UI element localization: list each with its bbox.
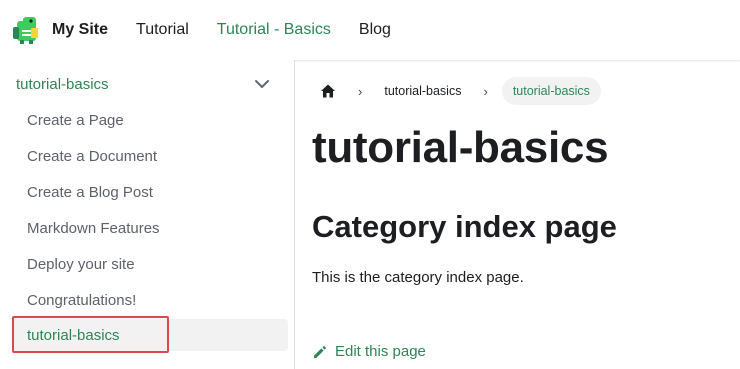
breadcrumb-separator: › [483,83,488,99]
sidebar-category-label: tutorial-basics [16,75,109,93]
breadcrumb-separator: › [358,83,363,99]
home-icon [321,84,335,98]
main-content: › tutorial-basics › tutorial-basics tuto… [296,60,740,369]
sidebar-item-markdown-features[interactable]: Markdown Features [12,212,288,244]
sidebar-item-create-a-blog-post[interactable]: Create a Blog Post [12,176,288,208]
sidebar-item-deploy-your-site[interactable]: Deploy your site [12,248,288,280]
nav-link-tutorial-basics[interactable]: Tutorial - Basics [217,21,331,39]
dinosaur-logo-icon [13,17,38,44]
section-heading: Category index page [312,209,617,244]
chevron-down-icon[interactable] [252,74,272,94]
sidebar-item-create-a-page[interactable]: Create a Page [12,104,288,136]
breadcrumb-item-current: tutorial-basics [501,77,601,105]
sidebar-item-create-a-document[interactable]: Create a Document [12,140,288,172]
edit-link-label: Edit this page [335,343,426,360]
edit-this-page-link[interactable]: Edit this page [312,343,426,360]
brand-link[interactable]: My Site [11,15,108,45]
sidebar: tutorial-basics Create a Page Create a D… [0,60,295,369]
pencil-icon [314,345,326,358]
breadcrumb-home[interactable] [312,76,344,106]
breadcrumb: › tutorial-basics › tutorial-basics [312,76,601,106]
sidebar-item-congratulations[interactable]: Congratulations! [12,284,288,316]
nav-link-tutorial[interactable]: Tutorial [136,21,189,39]
navbar: My Site Tutorial Tutorial - Basics Blog [0,0,740,60]
nav-link-blog[interactable]: Blog [359,21,391,39]
body-paragraph: This is the category index page. [312,269,524,286]
brand-title: My Site [52,21,109,38]
page-title: tutorial-basics [312,123,609,172]
breadcrumb-item-tutorial-basics[interactable]: tutorial-basics [376,77,469,105]
sidebar-item-tutorial-basics[interactable]: tutorial-basics [12,319,288,351]
sidebar-category-tutorial-basics[interactable]: tutorial-basics [0,68,290,100]
